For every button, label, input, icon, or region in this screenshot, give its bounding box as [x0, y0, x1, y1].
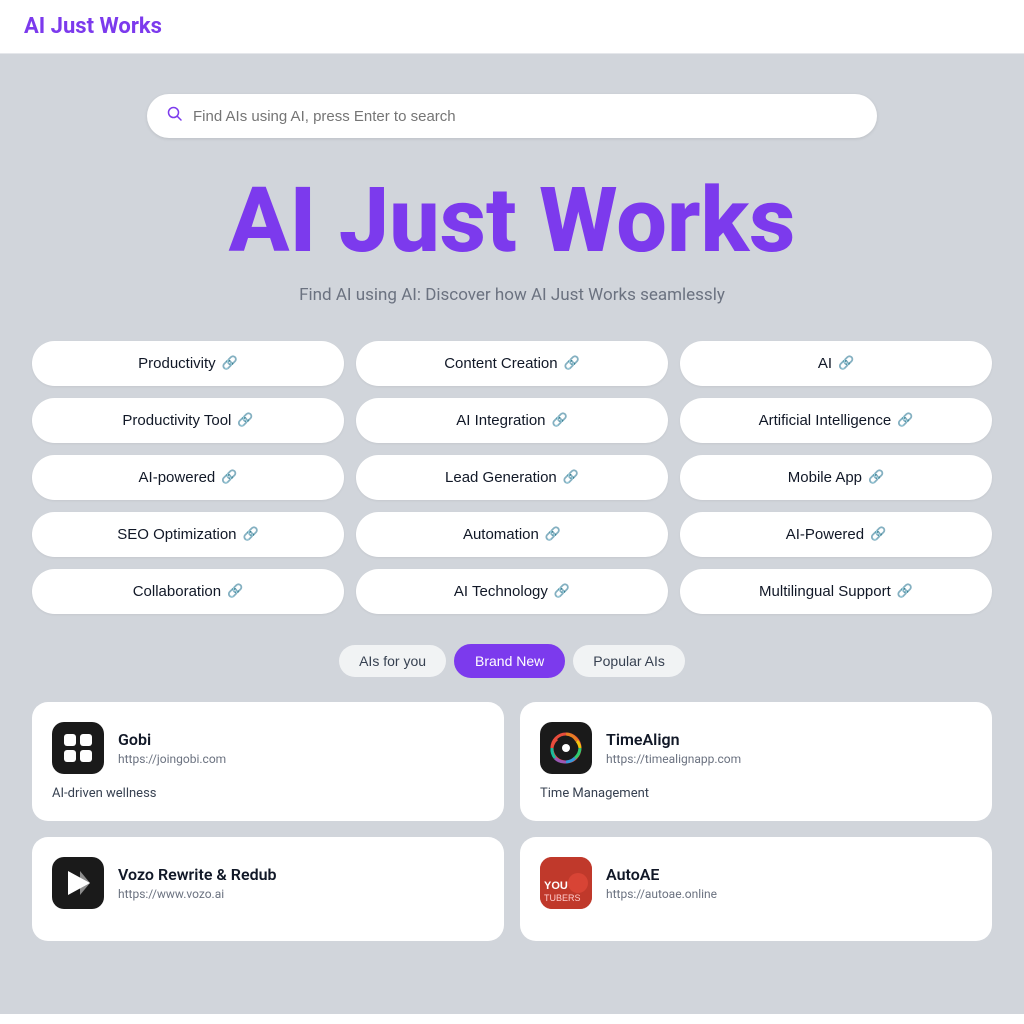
link-icon: 🔗 — [897, 583, 913, 599]
timealign-logo — [540, 722, 592, 774]
tag-content-creation[interactable]: Content Creation 🔗 — [356, 341, 668, 386]
tag-label: AI-Powered — [786, 526, 864, 543]
tag-label: Automation — [463, 526, 539, 543]
card-header: Vozo Rewrite & Redub https://www.vozo.ai — [52, 857, 484, 909]
tag-ai-technology[interactable]: AI Technology 🔗 — [356, 569, 668, 614]
tag-label: Productivity — [138, 355, 216, 372]
filter-popular-ais[interactable]: Popular AIs — [573, 645, 685, 677]
svg-text:TUBERS: TUBERS — [544, 893, 581, 903]
tag-multilingual-support[interactable]: Multilingual Support 🔗 — [680, 569, 992, 614]
vozo-logo — [52, 857, 104, 909]
tag-label: AI — [818, 355, 832, 372]
main-content: AI Just Works Find AI using AI: Discover… — [0, 54, 1024, 1014]
filter-ais-for-you[interactable]: AIs for you — [339, 645, 446, 677]
autoae-url: https://autoae.online — [606, 887, 717, 901]
card-header: Gobi https://joingobi.com — [52, 722, 484, 774]
tag-label: Content Creation — [444, 355, 557, 372]
link-icon: 🔗 — [227, 583, 243, 599]
gobi-description: AI-driven wellness — [52, 786, 484, 801]
tag-lead-generation[interactable]: Lead Generation 🔗 — [356, 455, 668, 500]
link-icon: 🔗 — [221, 469, 237, 485]
autoae-name: AutoAE — [606, 865, 717, 884]
link-icon: 🔗 — [870, 526, 886, 542]
link-icon: 🔗 — [564, 355, 580, 371]
tag-seo-optimization[interactable]: SEO Optimization 🔗 — [32, 512, 344, 557]
link-icon: 🔗 — [554, 583, 570, 599]
tag-label: Multilingual Support — [759, 583, 891, 600]
vozo-url: https://www.vozo.ai — [118, 887, 277, 901]
tag-label: AI-powered — [139, 469, 216, 486]
link-icon: 🔗 — [237, 412, 253, 428]
header: AI Just Works — [0, 0, 1024, 54]
search-input[interactable] — [193, 108, 857, 125]
timealign-name: TimeAlign — [606, 730, 741, 749]
tag-label: AI Integration — [456, 412, 545, 429]
card-gobi: Gobi https://joingobi.com AI-driven well… — [32, 702, 504, 821]
vozo-info: Vozo Rewrite & Redub https://www.vozo.ai — [118, 865, 277, 901]
search-bar — [147, 94, 877, 138]
tag-label: Artificial Intelligence — [759, 412, 892, 429]
tag-label: Collaboration — [133, 583, 221, 600]
tag-label: Lead Generation — [445, 469, 557, 486]
tag-label: AI Technology — [454, 583, 548, 600]
filter-tabs: AIs for you Brand New Popular AIs — [339, 644, 685, 678]
vozo-name: Vozo Rewrite & Redub — [118, 865, 277, 884]
card-timealign: TimeAlign https://timealignapp.com Time … — [520, 702, 992, 821]
tag-collaboration[interactable]: Collaboration 🔗 — [32, 569, 344, 614]
tag-ai-powered-upper[interactable]: AI-Powered 🔗 — [680, 512, 992, 557]
timealign-info: TimeAlign https://timealignapp.com — [606, 730, 741, 766]
svg-text:YOU: YOU — [544, 880, 568, 892]
card-header: TimeAlign https://timealignapp.com — [540, 722, 972, 774]
link-icon: 🔗 — [243, 526, 259, 542]
card-header: YOU TUBERS AutoAE https://autoae.online — [540, 857, 972, 909]
filter-brand-new[interactable]: Brand New — [454, 644, 565, 678]
tag-automation[interactable]: Automation 🔗 — [356, 512, 668, 557]
link-icon: 🔗 — [222, 355, 238, 371]
tag-productivity[interactable]: Productivity 🔗 — [32, 341, 344, 386]
tag-ai-powered-lower[interactable]: AI-powered 🔗 — [32, 455, 344, 500]
tag-label: Mobile App — [788, 469, 862, 486]
timealign-url: https://timealignapp.com — [606, 752, 741, 766]
tag-ai-integration[interactable]: AI Integration 🔗 — [356, 398, 668, 443]
link-icon: 🔗 — [868, 469, 884, 485]
tag-ai[interactable]: AI 🔗 — [680, 341, 992, 386]
autoae-logo: YOU TUBERS — [540, 857, 592, 909]
tag-label: Productivity Tool — [122, 412, 231, 429]
hero-subtitle: Find AI using AI: Discover how AI Just W… — [299, 285, 725, 305]
link-icon: 🔗 — [545, 526, 561, 542]
card-autoae: YOU TUBERS AutoAE https://autoae.online — [520, 837, 992, 941]
tags-grid: Productivity 🔗 Content Creation 🔗 AI 🔗 P… — [32, 341, 992, 614]
tag-label: SEO Optimization — [117, 526, 236, 543]
hero-title: AI Just Works — [229, 174, 796, 269]
gobi-name: Gobi — [118, 730, 226, 749]
timealign-description: Time Management — [540, 786, 972, 801]
card-vozo: Vozo Rewrite & Redub https://www.vozo.ai — [32, 837, 504, 941]
gobi-logo — [52, 722, 104, 774]
autoae-info: AutoAE https://autoae.online — [606, 865, 717, 901]
tag-mobile-app[interactable]: Mobile App 🔗 — [680, 455, 992, 500]
tag-artificial-intelligence[interactable]: Artificial Intelligence 🔗 — [680, 398, 992, 443]
site-logo[interactable]: AI Just Works — [24, 14, 162, 39]
gobi-url: https://joingobi.com — [118, 752, 226, 766]
link-icon: 🔗 — [838, 355, 854, 371]
search-icon — [167, 106, 183, 126]
link-icon: 🔗 — [563, 469, 579, 485]
cards-grid: Gobi https://joingobi.com AI-driven well… — [32, 702, 992, 941]
link-icon: 🔗 — [897, 412, 913, 428]
link-icon: 🔗 — [552, 412, 568, 428]
tag-productivity-tool[interactable]: Productivity Tool 🔗 — [32, 398, 344, 443]
gobi-info: Gobi https://joingobi.com — [118, 730, 226, 766]
